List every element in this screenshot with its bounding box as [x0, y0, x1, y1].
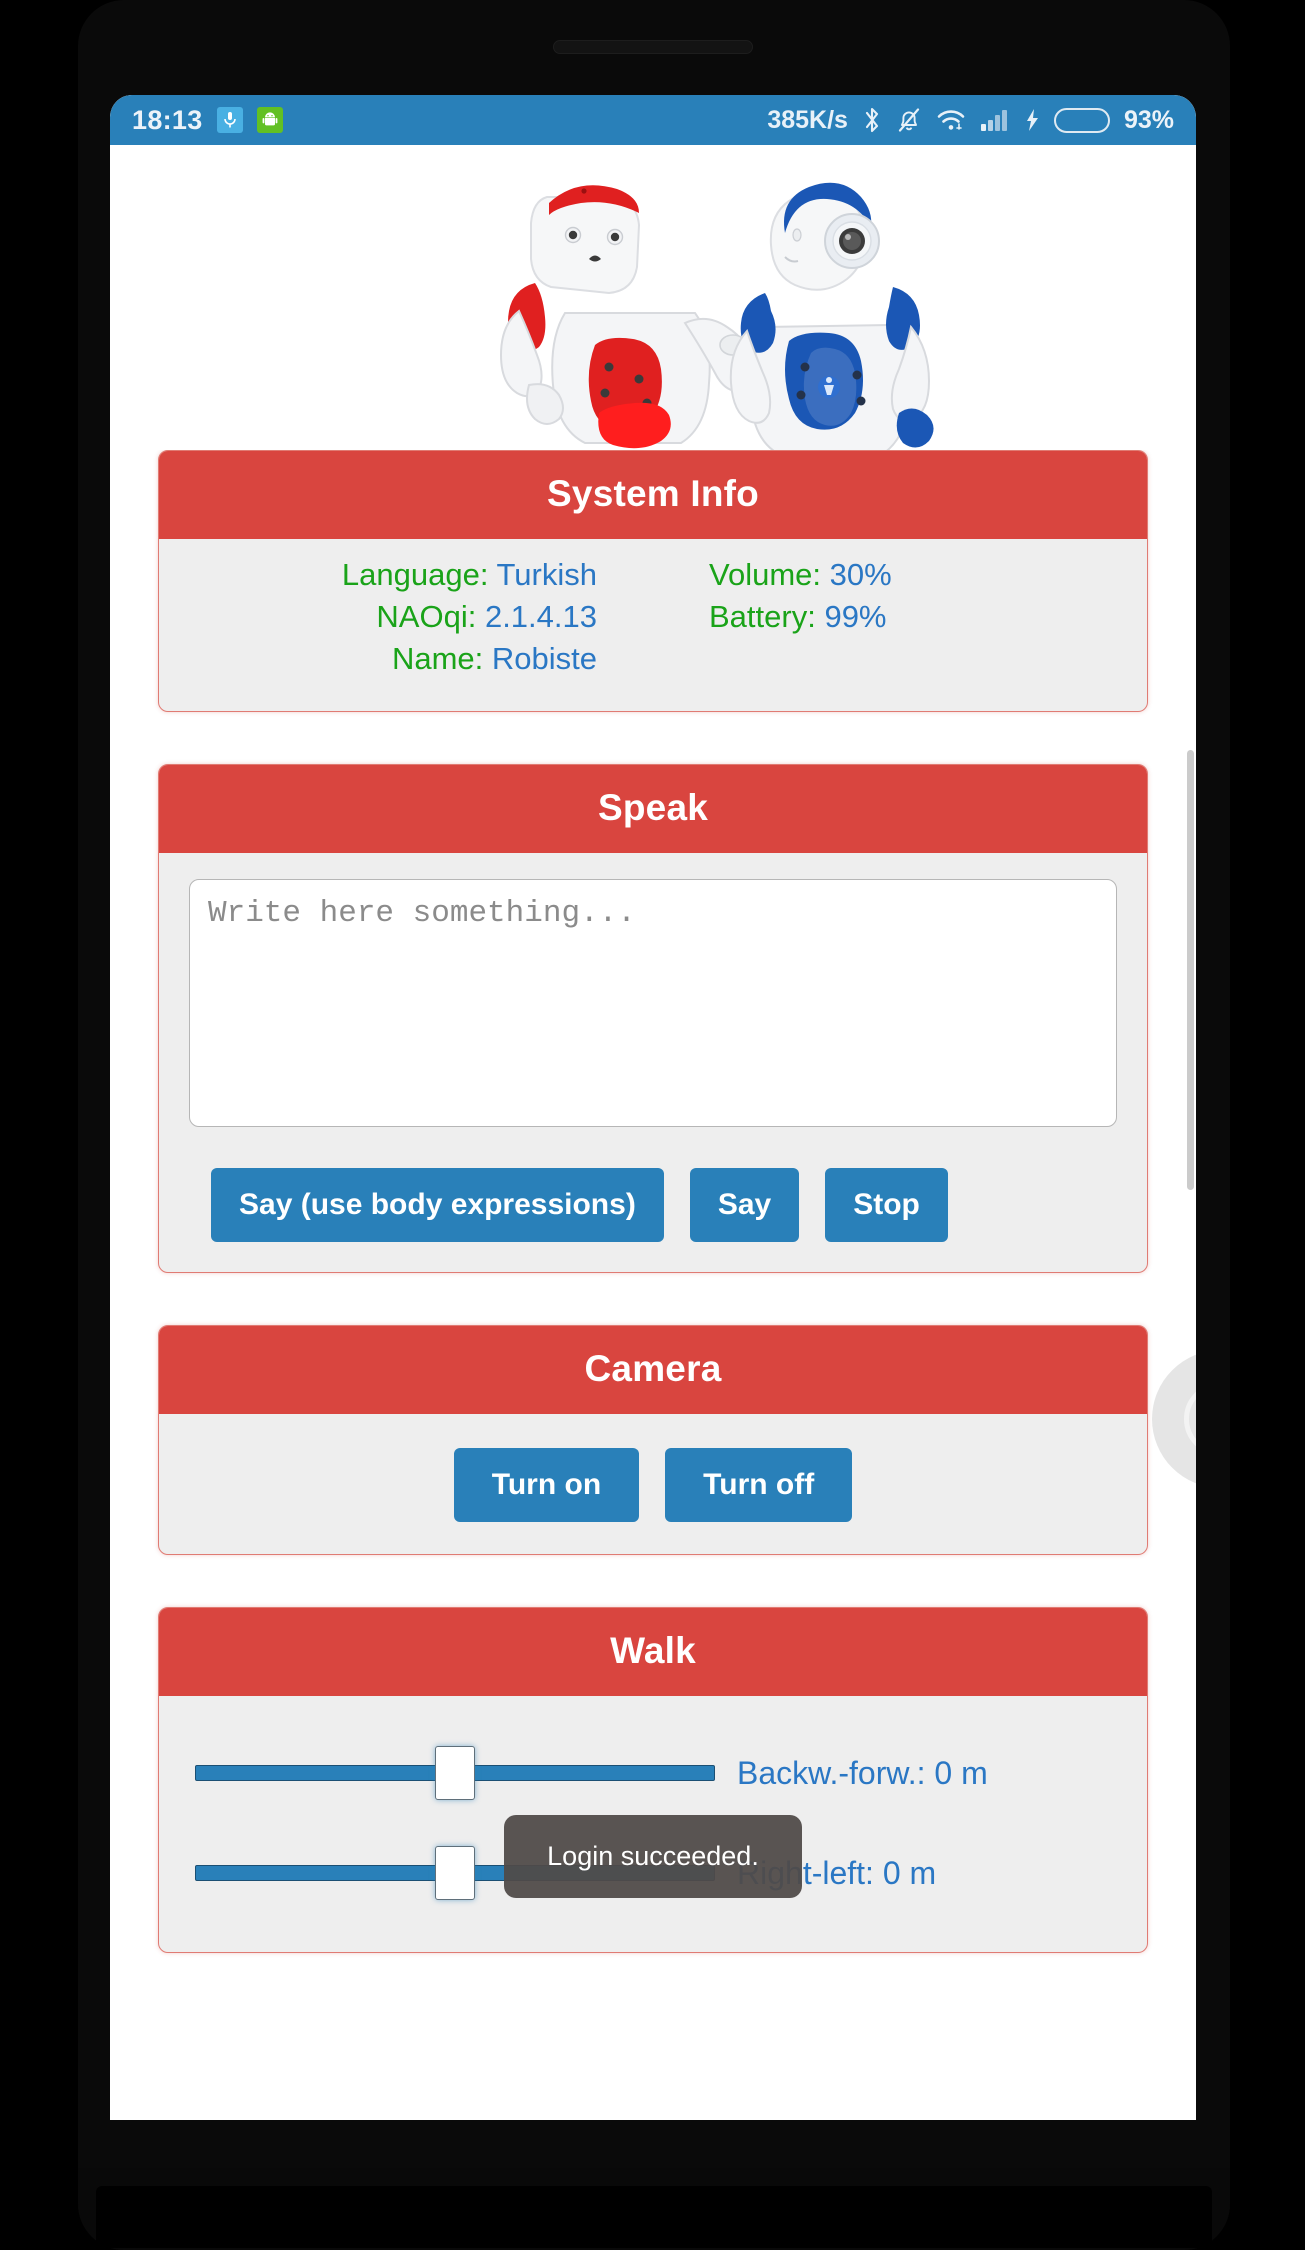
system-info-row: Language: Turkish: [342, 557, 597, 593]
status-bar-left: 18:13: [132, 105, 283, 136]
speak-button-row: Say (use body expressions) Say Stop: [189, 1132, 1117, 1242]
naoqi-label: NAOqi:: [376, 599, 477, 634]
say-button[interactable]: Say: [689, 1168, 800, 1242]
status-bar: 18:13 385K/s 93%: [110, 95, 1196, 145]
slider-thumb[interactable]: [435, 1746, 475, 1800]
vertical-scrollbar[interactable]: [1187, 750, 1194, 1190]
network-speed-text: 385K/s: [767, 105, 848, 134]
microphone-icon: [216, 107, 243, 133]
system-info-row: Name: Robiste: [392, 641, 597, 677]
system-info-title: System Info: [159, 451, 1147, 539]
system-info-left-column: Language: Turkish NAOqi: 2.1.4.13 Name: …: [159, 557, 657, 677]
language-value: Turkish: [496, 557, 597, 592]
status-bar-right: 385K/s 93%: [767, 106, 1174, 135]
device-frame: 18:13 385K/s 93% System Info Language: T…: [0, 0, 1305, 2250]
camera-button-row: Turn on Turn off: [159, 1414, 1147, 1554]
battery-value: 99%: [824, 599, 887, 634]
say-with-body-expressions-button[interactable]: Say (use body expressions): [211, 1168, 664, 1242]
camera-turn-off-button[interactable]: Turn off: [665, 1448, 853, 1522]
earpiece-speaker: [553, 40, 753, 54]
bottom-navigation-inner: [96, 2186, 1212, 2248]
walk-title: Walk: [159, 1608, 1147, 1696]
name-value: Robiste: [491, 641, 597, 676]
phone-screen: 18:13 385K/s 93% System Info Language: T…: [110, 95, 1196, 2120]
backward-forward-slider-row: Backw.-forw.: 0 m: [189, 1722, 1117, 1822]
language-label: Language:: [341, 557, 489, 592]
volume-value: 30%: [829, 557, 892, 592]
volume-label: Volume:: [709, 557, 822, 592]
android-robot-icon: [256, 107, 283, 133]
system-info-grid: Language: Turkish NAOqi: 2.1.4.13 Name: …: [159, 539, 1147, 711]
camera-card: Camera Turn on Turn off: [158, 1325, 1148, 1555]
bluetooth-icon: [862, 106, 882, 134]
slider-thumb[interactable]: [435, 1846, 475, 1900]
floating-button-ring: [1184, 1382, 1196, 1456]
camera-turn-on-button[interactable]: Turn on: [453, 1448, 640, 1522]
stop-button[interactable]: Stop: [825, 1168, 948, 1242]
speak-title: Speak: [159, 765, 1147, 853]
toast-message: Login succeeded.: [504, 1815, 802, 1898]
battery-percent-text: 93%: [1123, 105, 1174, 134]
system-info-row: Volume: 30%: [709, 557, 892, 593]
naoqi-value: 2.1.4.13: [484, 599, 597, 634]
charging-bolt-icon: [1024, 107, 1040, 133]
system-info-right-column: Volume: 30% Battery: 99%: [657, 557, 1147, 677]
speak-card: Speak Say (use body expressions) Say Sto…: [158, 764, 1148, 1273]
speak-text-input[interactable]: [189, 879, 1117, 1127]
cellular-signal-icon: [980, 107, 1010, 133]
camera-title: Camera: [159, 1326, 1147, 1414]
battery-label: Battery:: [709, 599, 816, 634]
walk-card: Walk Backw.-forw.: 0 m Right-left: 0 m: [158, 1607, 1148, 1953]
speak-body: Say (use body expressions) Say Stop: [159, 853, 1147, 1272]
bell-muted-icon: [896, 106, 922, 134]
nao-robots-banner: [110, 145, 1196, 450]
name-label: Name:: [391, 641, 484, 676]
backward-forward-slider[interactable]: [195, 1746, 715, 1800]
system-info-row: Battery: 99%: [709, 599, 887, 635]
status-clock: 18:13: [132, 104, 203, 135]
wifi-icon: [936, 107, 966, 133]
backward-forward-slider-label: Backw.-forw.: 0 m: [737, 1754, 988, 1791]
battery-icon: [1053, 107, 1110, 133]
system-info-card: System Info Language: Turkish NAOqi: 2.1…: [158, 450, 1148, 712]
system-info-row: NAOqi: 2.1.4.13: [376, 599, 597, 635]
